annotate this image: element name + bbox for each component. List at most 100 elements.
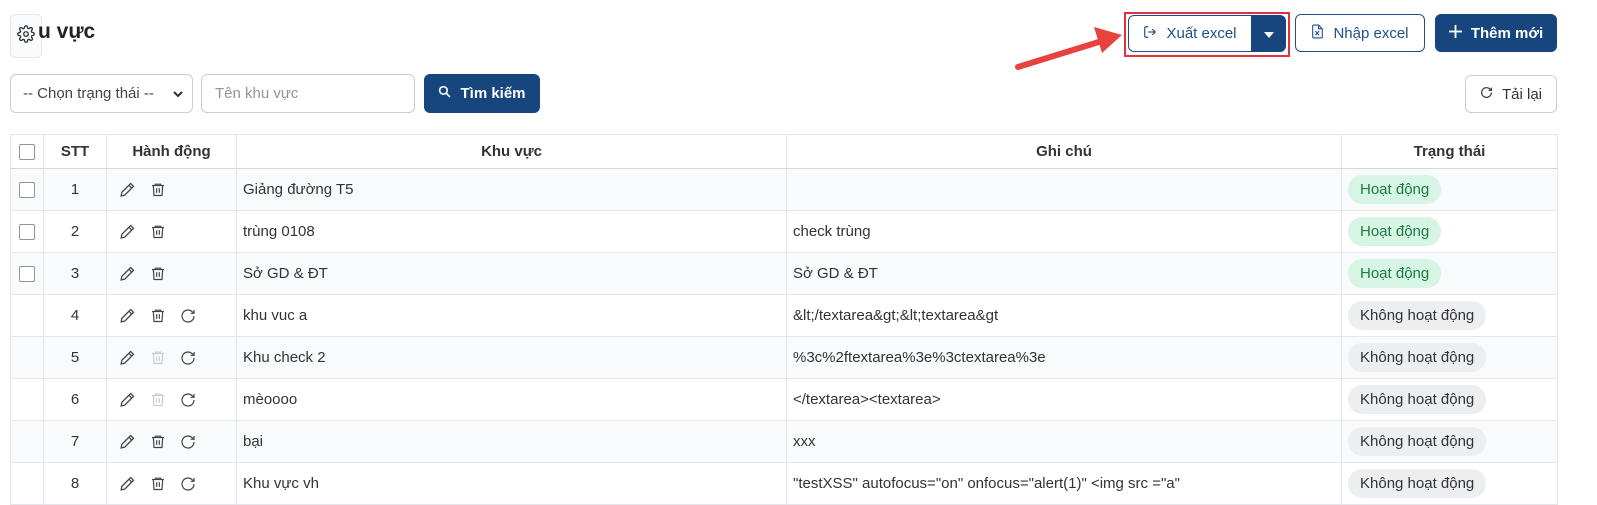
- add-new-button[interactable]: Thêm mới: [1435, 14, 1557, 52]
- row-status-cell: Hoạt động: [1341, 252, 1558, 295]
- export-dropdown-toggle[interactable]: [1251, 15, 1286, 52]
- edit-icon[interactable]: [119, 475, 136, 492]
- row-note: "testXSS" autofocus="on" onfocus="alert(…: [786, 462, 1342, 505]
- column-header-stt: STT: [43, 134, 107, 169]
- table-row: 2 trùng 0108 check trùng Hoạt động: [10, 210, 1558, 253]
- import-excel-button[interactable]: Nhập excel: [1295, 14, 1425, 52]
- row-actions-cell: [106, 420, 237, 463]
- status-badge: Không hoạt động: [1348, 385, 1487, 414]
- row-actions: [113, 307, 230, 324]
- table-row: 8 Khu vực vh "testXSS" autofocus="on" onfo…: [10, 462, 1558, 505]
- row-actions-cell: [106, 462, 237, 505]
- row-stt: 6: [43, 378, 107, 421]
- annotation-arrow: [1015, 27, 1122, 70]
- area-table: STT Hành động Khu vực Ghi chú Trạng thái…: [10, 134, 1558, 505]
- search-button[interactable]: Tìm kiếm: [424, 74, 540, 113]
- row-note: xxx: [786, 420, 1342, 463]
- row-select-cell: [10, 336, 44, 379]
- row-status-cell: Không hoạt động: [1341, 420, 1558, 463]
- trash-icon[interactable]: [150, 307, 166, 324]
- edit-icon[interactable]: [119, 223, 136, 240]
- trash-icon[interactable]: [150, 391, 166, 408]
- trash-icon[interactable]: [150, 181, 166, 198]
- table-row: 1 Giảng đường T5 Hoạt động: [10, 168, 1558, 211]
- restore-icon[interactable]: [180, 392, 196, 408]
- chevron-down-icon: [172, 87, 184, 104]
- row-actions-cell: [106, 252, 237, 295]
- export-excel-group: Xuất excel: [1128, 15, 1286, 52]
- area-name-input[interactable]: [201, 74, 415, 113]
- reload-label: Tải lại: [1501, 85, 1542, 103]
- status-badge: Hoạt động: [1348, 217, 1442, 246]
- row-status-cell: Không hoạt động: [1341, 378, 1558, 421]
- column-header-note: Ghi chú: [786, 134, 1342, 169]
- status-badge: Không hoạt động: [1348, 301, 1487, 330]
- row-select-cell: [10, 252, 44, 295]
- row-select-cell: [10, 420, 44, 463]
- page-title: u vực: [38, 20, 96, 43]
- restore-icon[interactable]: [180, 350, 196, 366]
- row-stt: 5: [43, 336, 107, 379]
- table-row: 5 Khu check 2 %3c%2ftextarea%3e%3ctextarea…: [10, 336, 1558, 379]
- edit-icon[interactable]: [119, 433, 136, 450]
- trash-icon[interactable]: [150, 475, 166, 492]
- export-icon: [1143, 25, 1157, 43]
- import-excel-label: Nhập excel: [1333, 24, 1409, 42]
- row-area: trùng 0108: [236, 210, 787, 253]
- row-area: khu vuc a: [236, 294, 787, 337]
- row-area: Khu check 2: [236, 336, 787, 379]
- trash-icon[interactable]: [150, 349, 166, 366]
- search-icon: [438, 85, 451, 102]
- row-actions: [113, 433, 230, 450]
- trash-icon[interactable]: [150, 223, 166, 240]
- gear-icon: [17, 25, 35, 47]
- caret-down-icon: [1263, 25, 1274, 42]
- row-select-cell: [10, 462, 44, 505]
- plus-icon: [1448, 24, 1462, 42]
- edit-icon[interactable]: [119, 349, 136, 366]
- row-select-cell: [10, 378, 44, 421]
- row-stt: 3: [43, 252, 107, 295]
- refresh-icon: [1480, 86, 1493, 103]
- status-badge: Hoạt động: [1348, 175, 1442, 204]
- row-checkbox[interactable]: [19, 224, 35, 241]
- export-excel-label: Xuất excel: [1166, 25, 1237, 42]
- row-status-cell: Không hoạt động: [1341, 294, 1558, 337]
- row-checkbox[interactable]: [19, 182, 35, 199]
- row-note: %3c%2ftextarea%3e%3ctextarea%3e: [786, 336, 1342, 379]
- trash-icon[interactable]: [150, 433, 166, 450]
- edit-icon[interactable]: [119, 265, 136, 282]
- file-excel-icon: [1311, 24, 1324, 43]
- reload-button[interactable]: Tải lại: [1465, 75, 1557, 113]
- restore-icon[interactable]: [180, 434, 196, 450]
- restore-icon[interactable]: [180, 476, 196, 492]
- row-actions-cell: [106, 378, 237, 421]
- table-header-row: STT Hành động Khu vực Ghi chú Trạng thái: [10, 134, 1558, 169]
- row-actions: [113, 181, 230, 198]
- row-stt: 1: [43, 168, 107, 211]
- row-select-cell: [10, 168, 44, 211]
- row-area: Giảng đường T5: [236, 168, 787, 211]
- select-all-cell: [10, 134, 44, 169]
- row-status-cell: Hoạt động: [1341, 210, 1558, 253]
- edit-icon[interactable]: [119, 181, 136, 198]
- status-select[interactable]: -- Chọn trạng thái --: [10, 74, 193, 113]
- restore-icon[interactable]: [180, 308, 196, 324]
- row-checkbox[interactable]: [19, 266, 35, 283]
- row-status-cell: Hoạt động: [1341, 168, 1558, 211]
- trash-icon[interactable]: [150, 265, 166, 282]
- table-row: 7 bại xxx Không hoạt động: [10, 420, 1558, 463]
- row-area: Sở GD & ĐT: [236, 252, 787, 295]
- select-all-checkbox[interactable]: [19, 144, 35, 161]
- row-note: check trùng: [786, 210, 1342, 253]
- edit-icon[interactable]: [119, 391, 136, 408]
- row-note: Sở GD & ĐT: [786, 252, 1342, 295]
- row-area: mèoooo: [236, 378, 787, 421]
- row-actions: [113, 223, 230, 240]
- edit-icon[interactable]: [119, 307, 136, 324]
- search-label: Tìm kiếm: [460, 85, 526, 102]
- row-note: </textarea><textarea>: [786, 378, 1342, 421]
- row-actions-cell: [106, 336, 237, 379]
- export-excel-button[interactable]: Xuất excel: [1128, 15, 1251, 52]
- row-status-cell: Không hoạt động: [1341, 336, 1558, 379]
